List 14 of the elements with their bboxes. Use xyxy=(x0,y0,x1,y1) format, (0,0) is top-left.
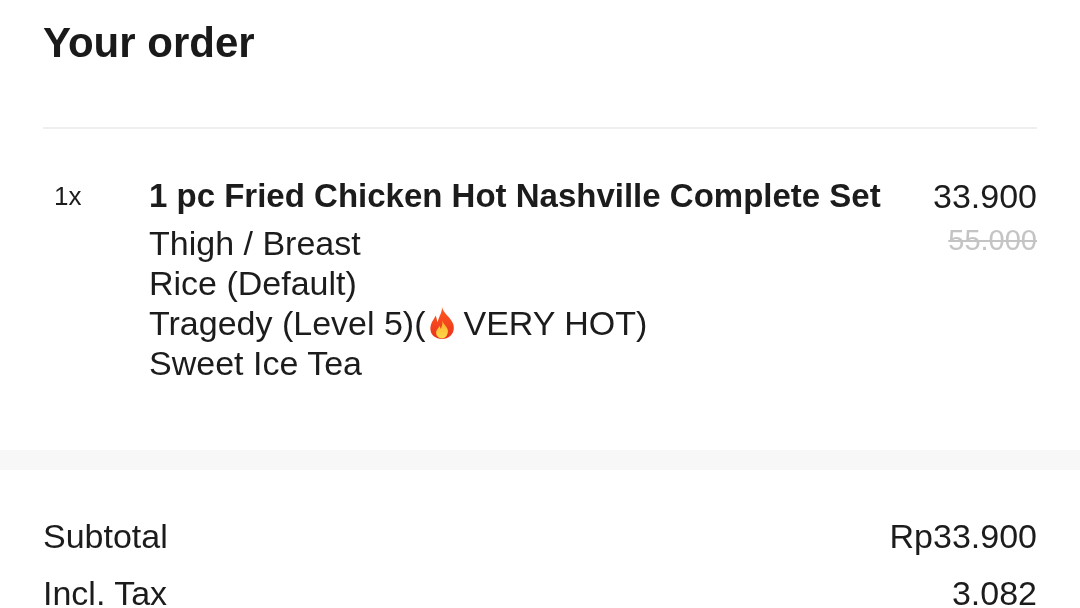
item-quantity: 1x xyxy=(54,180,82,213)
option-text: Thigh / Breast xyxy=(149,223,361,263)
summary-label: Subtotal xyxy=(43,521,168,551)
option-text: Rice (Default) xyxy=(149,263,357,303)
original-price: 55.000 xyxy=(948,223,1037,258)
flame-icon xyxy=(428,307,455,339)
option-text: Sweet Ice Tea xyxy=(149,343,362,383)
item-price: 33.900 xyxy=(933,176,1037,216)
option-text: Tragedy (Level 5)( xyxy=(149,303,426,343)
page-title: Your order xyxy=(43,18,255,68)
summary-label: Incl. Tax xyxy=(43,578,168,608)
option-text: VERY HOT) xyxy=(463,303,648,343)
item-name: 1 pc Fried Chicken Hot Nashville Complete Set xyxy=(149,176,881,216)
summary-value: 3.082 xyxy=(951,578,1037,608)
